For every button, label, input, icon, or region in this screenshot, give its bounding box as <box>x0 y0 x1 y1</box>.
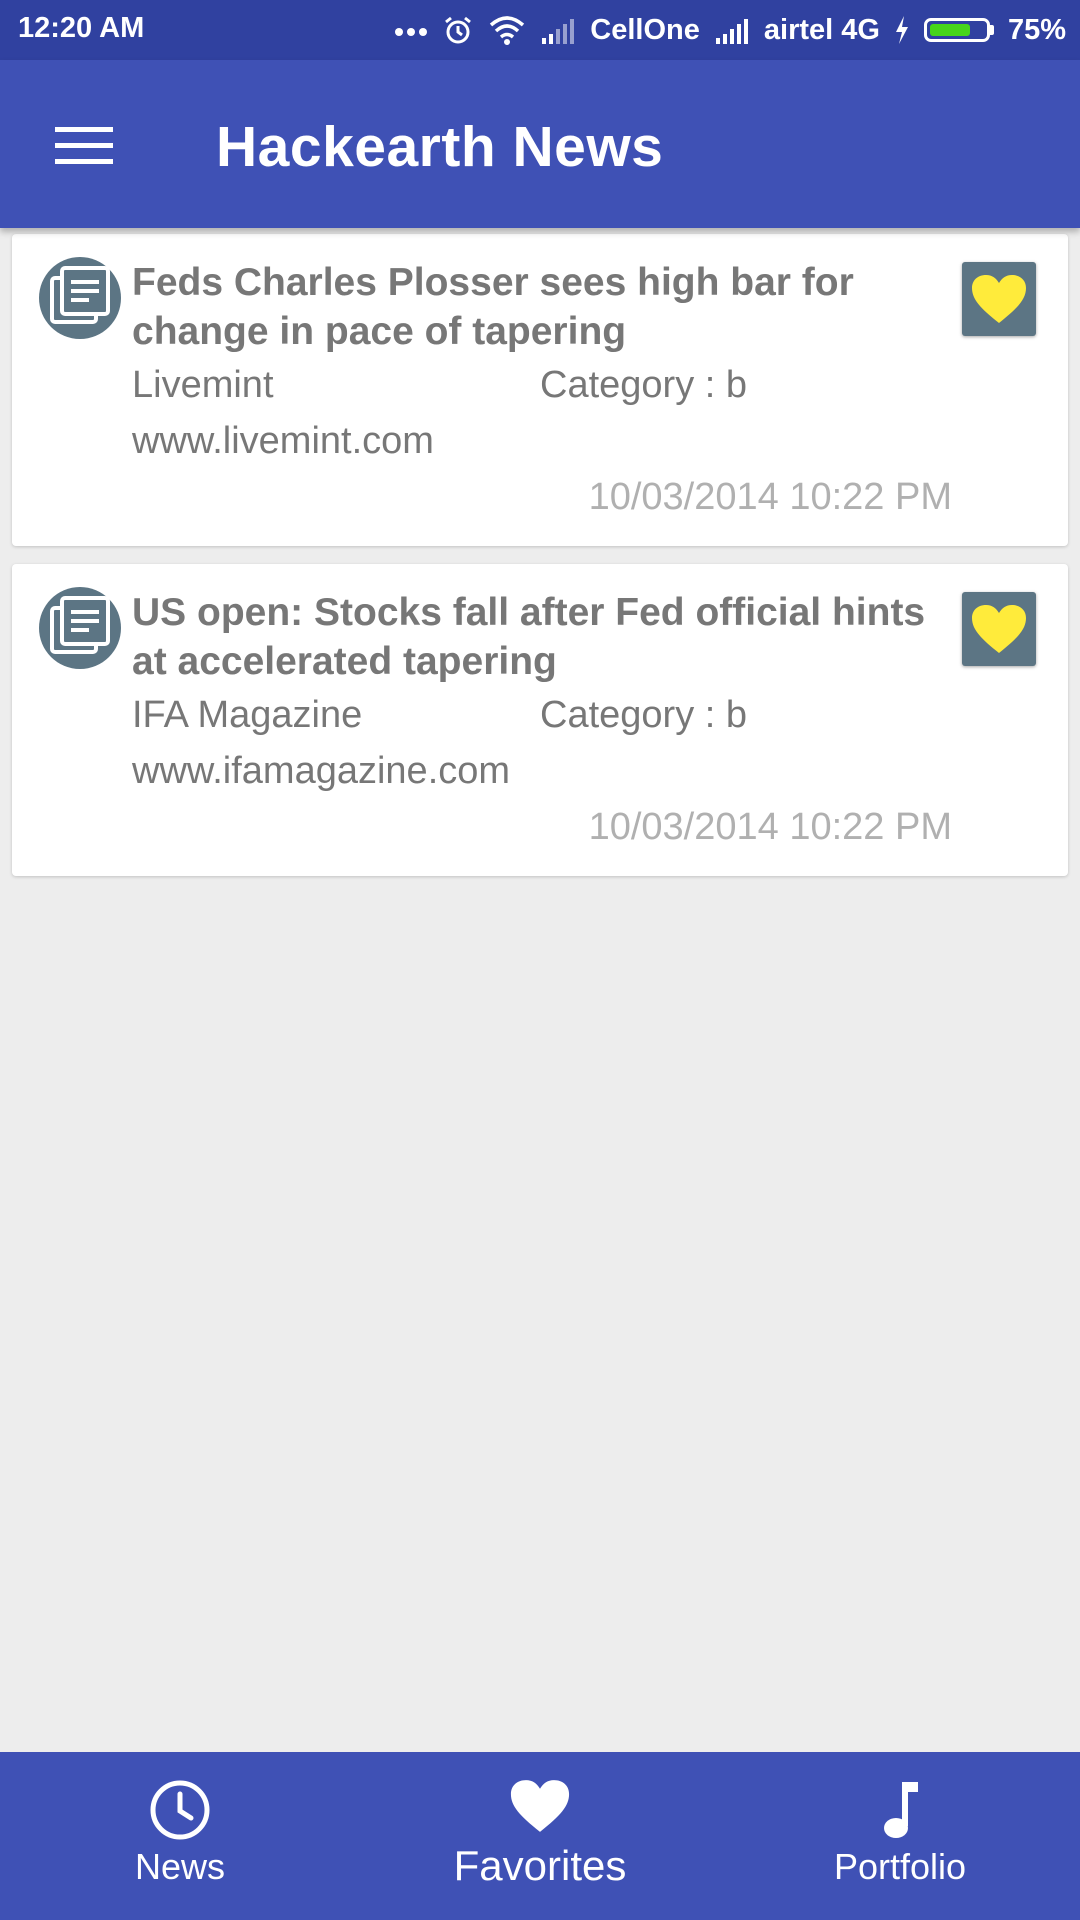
heart-icon <box>508 1774 572 1838</box>
article-timestamp: 10/03/2014 10:22 PM <box>588 806 952 848</box>
signal-icon <box>540 16 576 44</box>
music-note-icon <box>878 1778 922 1842</box>
hamburger-menu-icon <box>55 127 113 164</box>
article-category: Category : b <box>540 364 747 406</box>
news-article-icon <box>38 586 122 670</box>
nav-news[interactable]: News <box>0 1752 360 1920</box>
bottom-navigation: News Favorites Portfolio <box>0 1752 1080 1920</box>
article-category: Category : b <box>540 694 747 736</box>
battery-icon <box>923 18 994 42</box>
app-bar: Hackearth News <box>0 60 1080 228</box>
nav-portfolio[interactable]: Portfolio <box>720 1752 1080 1920</box>
wifi-icon <box>488 15 526 45</box>
nav-favorites[interactable]: Favorites <box>360 1752 720 1920</box>
news-list: Feds Charles Plosser sees high bar for c… <box>12 234 1068 894</box>
article-domain: www.livemint.com <box>132 420 434 462</box>
article-source: Livemint <box>132 364 274 406</box>
clock-icon <box>149 1778 211 1842</box>
article-title[interactable]: US open: Stocks fall after Fed official … <box>132 588 952 686</box>
more-dots-icon <box>394 24 428 36</box>
nav-news-label: News <box>134 1846 226 1887</box>
carrier-1-label: CellOne <box>590 13 700 46</box>
heart-icon <box>972 605 1026 653</box>
app-title: Hackearth News <box>216 115 664 179</box>
charging-icon <box>894 16 910 44</box>
article-domain: www.ifamagazine.com <box>132 750 511 792</box>
status-bar: 12:20 AM CellOne airtel 4G 75% <box>0 0 1080 60</box>
status-time: 12:20 AM <box>18 12 145 44</box>
article-timestamp: 10/03/2014 10:22 PM <box>588 476 952 518</box>
nav-favorites-label: Favorites <box>453 1842 627 1889</box>
alarm-icon <box>442 14 474 46</box>
battery-percent: 75% <box>1007 13 1066 46</box>
nav-portfolio-label: Portfolio <box>833 1846 967 1887</box>
favorite-button[interactable] <box>962 592 1036 666</box>
menu-button[interactable] <box>40 110 128 180</box>
heart-icon <box>972 275 1026 323</box>
favorite-button[interactable] <box>962 262 1036 336</box>
news-card[interactable]: US open: Stocks fall after Fed official … <box>12 564 1068 876</box>
news-card[interactable]: Feds Charles Plosser sees high bar for c… <box>12 234 1068 546</box>
carrier-2-label: airtel 4G <box>763 13 880 46</box>
status-icons: CellOne airtel 4G 75% <box>394 0 1066 60</box>
news-article-icon <box>38 256 122 340</box>
article-source: IFA Magazine <box>132 694 363 736</box>
signal-icon <box>714 16 750 44</box>
article-title[interactable]: Feds Charles Plosser sees high bar for c… <box>132 258 952 356</box>
